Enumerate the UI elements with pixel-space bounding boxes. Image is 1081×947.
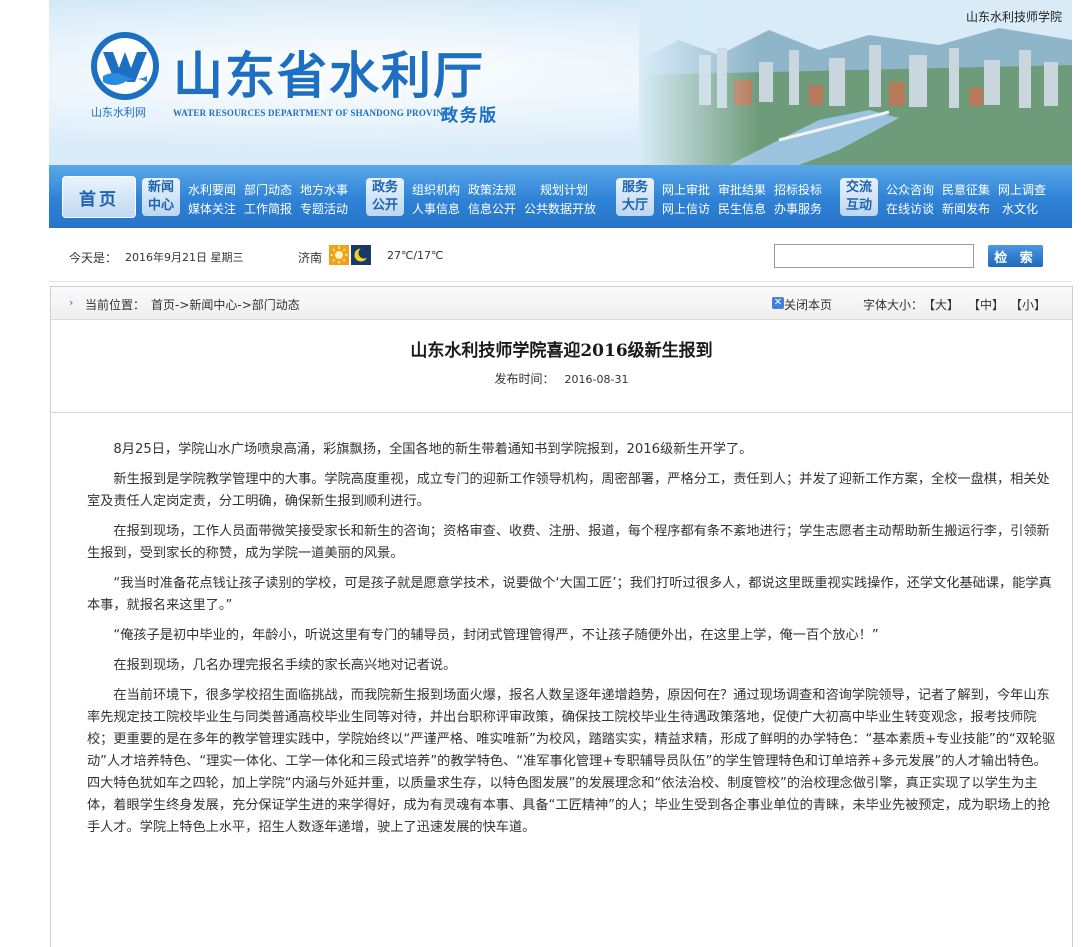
search-input[interactable] <box>774 244 974 268</box>
font-size-label: 字体大小： <box>863 298 924 312</box>
article-paragraph: “我当时准备花点钱让孩子读别的学校，可是孩子就是愿意学技术，说要做个‘大国工匠’… <box>87 576 1052 613</box>
nav-link[interactable]: 网上审批 <box>662 181 710 198</box>
font-size-small[interactable]: 【小】 <box>1010 296 1046 313</box>
search-button[interactable]: 检 索 <box>988 245 1043 267</box>
nav-link[interactable]: 公众咨询 <box>886 181 934 198</box>
school-link[interactable]: 山东水利技师学院 <box>966 8 1062 25</box>
article-paragraph: 在报到现场，工作人员面带微笑接受家长和新生的咨询；资格审查、收费、注册、报道，每… <box>87 524 1050 561</box>
font-size-large[interactable]: 【大】 <box>923 296 959 313</box>
nav-home-button[interactable]: 首页 <box>62 176 136 218</box>
nav-link[interactable]: 网上调查 <box>998 181 1046 198</box>
moon-icon <box>351 245 371 265</box>
publish-date: 2016-08-31 <box>564 373 629 386</box>
article-title: 山东水利技师学院喜迎2016级新生报到 <box>410 341 713 361</box>
main-nav: 首页 新闻 中心 水利要闻 部门动态 地方水事 媒体关注 工作简报 专题活动 政务 公开 组… <box>49 165 1072 228</box>
article-paragraph: “俺孩子是初中毕业的，年龄小，听说这里有专门的辅导员，封闭式管理管得严，不让孩子… <box>113 628 879 643</box>
article-body: 8月25日，学院山水广场喷泉高涌，彩旗飘扬，全国各地的新生带着通知书到学院报到，… <box>87 439 1059 847</box>
nav-link[interactable]: 政策法规 <box>468 181 516 198</box>
publish-info: 发布时间： 2016-08-31 <box>51 370 1072 387</box>
content-panel: › 当前位置： 首页->新闻中心->部门动态 ✕ 关闭本页 字体大小： 【大】 … <box>50 286 1073 947</box>
info-bar: 今天是： 2016年9月21日 星期三 济南 27℃/17℃ 检 索 <box>49 233 1072 282</box>
close-icon[interactable]: ✕ <box>772 297 784 309</box>
nav-link[interactable]: 部门动态 <box>244 181 292 198</box>
nav-link[interactable]: 人事信息 <box>412 200 460 217</box>
header-banner: 山东水利技师学院 山东省水利厅 山东水利网 WATER RESOURCES DE… <box>49 0 1072 165</box>
water-logo-icon <box>91 32 159 100</box>
date-value: 2016年9月21日 星期三 <box>125 251 244 264</box>
nav-link[interactable]: 民生信息 <box>718 200 766 217</box>
nav-link[interactable]: 办事服务 <box>774 200 822 217</box>
breadcrumb-label: 当前位置： <box>85 298 146 312</box>
article-paragraph: 新生报到是学院教学管理中的大事。学院高度重视，成立专门的迎新工作领导机构，周密部… <box>87 472 1050 509</box>
close-page-link[interactable]: 关闭本页 <box>784 296 832 313</box>
nav-link[interactable]: 在线访谈 <box>886 200 934 217</box>
site-english-name: WATER RESOURCES DEPARTMENT OF SHANDONG P… <box>173 108 457 118</box>
nav-link[interactable]: 民意征集 <box>942 181 990 198</box>
nav-link[interactable]: 公共数据开放 <box>524 200 596 217</box>
article-paragraph: 在当前环境下，很多学校招生面临挑战，而我院新生报到场面火爆，报名人数呈逐年递增趋… <box>87 688 1056 835</box>
nav-link[interactable]: 水文化 <box>1002 200 1038 217</box>
site-short-name: 山东水利网 <box>91 106 146 119</box>
nav-link[interactable]: 水利要闻 <box>188 181 236 198</box>
nav-link[interactable]: 网上信访 <box>662 200 710 217</box>
nav-link[interactable]: 媒体关注 <box>188 200 236 217</box>
article-paragraph: 8月25日，学院山水广场喷泉高涌，彩旗飘扬，全国各地的新生带着通知书到学院报到，… <box>113 442 753 457</box>
nav-link[interactable]: 组织机构 <box>412 181 460 198</box>
nav-link[interactable]: 专题活动 <box>300 200 348 217</box>
nav-link[interactable]: 招标投标 <box>774 181 822 198</box>
date-label: 今天是： <box>69 251 118 265</box>
site-edition: 政务版 <box>441 106 498 126</box>
article-paragraph: 在报到现场，几名办理完报名手续的家长高兴地对记者说。 <box>113 658 457 673</box>
breadcrumb-path[interactable]: 首页->新闻中心->部门动态 <box>151 296 300 313</box>
title-divider <box>51 412 1072 413</box>
nav-link[interactable]: 信息公开 <box>468 200 516 217</box>
site-logo-title: 山东省水利厅 <box>173 46 485 105</box>
nav-category-news[interactable]: 新闻 中心 <box>142 178 180 216</box>
breadcrumb: › 当前位置： 首页->新闻中心->部门动态 ✕ 关闭本页 字体大小： 【大】 … <box>51 287 1072 320</box>
sun-icon <box>329 245 349 265</box>
chevron-right-icon: › <box>69 296 74 309</box>
nav-link[interactable]: 审批结果 <box>718 181 766 198</box>
nav-link[interactable]: 工作简报 <box>244 200 292 217</box>
publish-label: 发布时间： <box>494 372 555 386</box>
nav-link[interactable]: 规划计划 <box>540 181 588 198</box>
nav-link[interactable]: 新闻发布 <box>942 200 990 217</box>
weather-city: 济南 <box>298 251 323 265</box>
nav-category-service[interactable]: 服务 大厅 <box>616 178 654 216</box>
font-size-medium[interactable]: 【中】 <box>968 296 1004 313</box>
nav-category-interact[interactable]: 交流 互动 <box>840 178 878 216</box>
temperature: 27℃/17℃ <box>387 249 444 262</box>
nav-link[interactable]: 地方水事 <box>300 181 348 198</box>
nav-category-gov[interactable]: 政务 公开 <box>366 178 404 216</box>
